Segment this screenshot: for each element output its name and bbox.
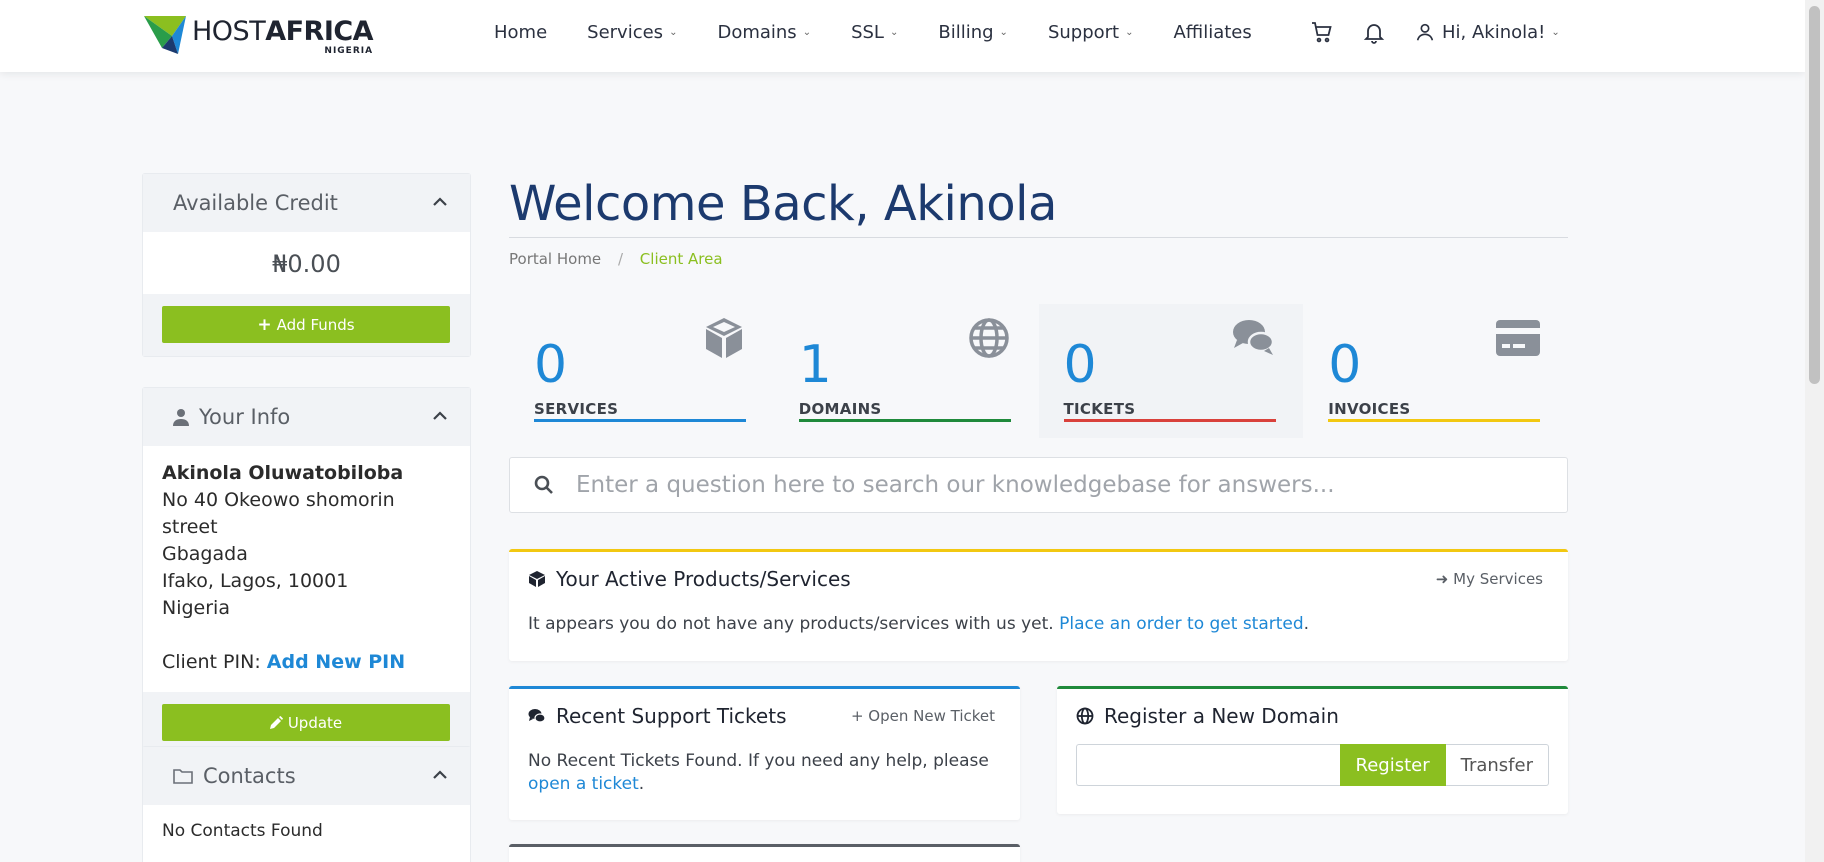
chevron-down-icon: ⌄ (669, 27, 678, 38)
cube-icon (705, 318, 742, 358)
tickets-empty-message: No Recent Tickets Found. If you need any… (528, 751, 989, 794)
nav-billing[interactable]: Billing ⌄ (938, 22, 1008, 43)
chevron-down-icon: ⌄ (1551, 26, 1560, 38)
my-services-link[interactable]: ➜ My Services (1436, 570, 1543, 588)
transfer-button[interactable]: Transfer (1445, 744, 1549, 786)
credit-panel-title: Available Credit (173, 191, 338, 215)
credit-panel-header[interactable]: Available Credit (143, 174, 470, 232)
add-new-pin-link[interactable]: Add New PIN (267, 651, 405, 673)
cube-icon (529, 571, 545, 587)
logo-country: NIGERIA (324, 46, 374, 56)
chevron-up-icon[interactable] (430, 192, 450, 212)
user-icon (173, 409, 189, 426)
place-order-link[interactable]: Place an order to get started (1059, 614, 1304, 634)
register-button[interactable]: Register (1339, 744, 1446, 786)
chevron-up-icon[interactable] (430, 765, 450, 785)
nav-support[interactable]: Support ⌄ (1048, 22, 1134, 43)
info-panel-header[interactable]: Your Info (143, 388, 470, 446)
globe-icon (968, 318, 1009, 358)
card-title: Register a New Domain (1104, 704, 1339, 728)
breadcrumb: Portal Home / Client Area (509, 250, 723, 268)
info-panel: Your Info Akinola Oluwatobiloba No 40 Ok… (142, 387, 471, 755)
plus-icon: + (257, 314, 272, 335)
domain-input[interactable] (1076, 744, 1340, 786)
credit-card-icon (1496, 320, 1540, 356)
stats-row: 0 SERVICES 1 DOMAINS 0 TICKETS 0 INVOICE… (509, 304, 1568, 438)
card-title: Recent Support Tickets (556, 704, 787, 728)
stat-underline (798, 419, 1011, 422)
chevron-down-icon: ⌄ (999, 27, 1008, 38)
user-menu[interactable]: Hi, Akinola! ⌄ (1414, 21, 1560, 43)
update-button[interactable]: Update (162, 704, 450, 741)
top-navbar: HOSTAFRICA NIGERIA Home Services ⌄ Domain… (0, 0, 1805, 72)
stat-invoices[interactable]: 0 INVOICES (1303, 304, 1568, 438)
chevron-down-icon: ⌄ (889, 27, 899, 38)
contacts-empty-message: No Contacts Found (162, 821, 323, 841)
address-line: Nigeria (162, 597, 230, 619)
main-nav: Home Services ⌄ Domains ⌄ SSL ⌄ Billing ⌄ Su… (494, 22, 1292, 43)
client-address: Akinola Oluwatobiloba No 40 Okeowo shomo… (143, 446, 470, 692)
nav-domains[interactable]: Domains ⌄ (717, 22, 811, 43)
arrow-right-icon: ➜ (1435, 570, 1449, 588)
credit-balance: ₦0.00 (272, 250, 341, 278)
open-new-ticket-link[interactable]: + Open New Ticket (851, 707, 995, 725)
cart-icon[interactable] (1310, 20, 1334, 44)
logo-mark-icon (144, 16, 186, 54)
scrollbar-thumb[interactable] (1809, 6, 1820, 384)
comments-icon (1233, 320, 1275, 355)
stat-services[interactable]: 0 SERVICES (509, 304, 774, 438)
address-line: Gbagada (162, 543, 248, 565)
contacts-panel-header[interactable]: Contacts (143, 747, 470, 805)
contacts-panel: Contacts No Contacts Found (142, 746, 471, 862)
plus-icon: + (850, 707, 864, 725)
user-greeting: Hi, Akinola! (1442, 21, 1546, 43)
hostafrica-logo[interactable]: HOSTAFRICA NIGERIA (142, 14, 374, 58)
recent-tickets-card: Recent Support Tickets + Open New Ticket… (509, 686, 1020, 820)
client-name: Akinola Oluwatobiloba (162, 462, 404, 484)
breadcrumb-portal-home[interactable]: Portal Home (509, 250, 601, 268)
chevron-up-icon[interactable] (430, 406, 450, 426)
title-divider (509, 237, 1568, 238)
nav-home[interactable]: Home (494, 22, 547, 43)
info-panel-title: Your Info (199, 405, 291, 429)
client-pin: Client PIN: Add New PIN (162, 651, 406, 673)
nav-services[interactable]: Services ⌄ (587, 22, 677, 43)
search-input[interactable] (576, 472, 1536, 498)
stat-tickets[interactable]: 0 TICKETS (1038, 304, 1304, 438)
stat-underline (1063, 419, 1276, 422)
folder-icon (173, 769, 193, 784)
logo-wordmark: HOSTAFRICA (192, 16, 374, 47)
products-empty-message: It appears you do not have any products/… (528, 614, 1310, 634)
contacts-panel-title: Contacts (203, 764, 296, 788)
card-title: Your Active Products/Services (556, 567, 851, 591)
user-icon (1416, 23, 1434, 41)
active-products-card: Your Active Products/Services ➜ My Servi… (509, 549, 1568, 661)
add-funds-button[interactable]: + Add Funds (162, 306, 450, 343)
address-line: No 40 Okeowo shomorin street (162, 489, 395, 538)
page-title: Welcome Back, Akinola (509, 176, 1057, 232)
chevron-down-icon: ⌄ (802, 27, 812, 38)
page-scrollbar[interactable] (1805, 0, 1824, 862)
open-ticket-link[interactable]: open a ticket (528, 774, 639, 794)
nav-affiliates[interactable]: Affiliates (1173, 22, 1251, 43)
next-card (509, 844, 1020, 862)
search-icon (534, 475, 553, 494)
stat-domains[interactable]: 1 DOMAINS (774, 304, 1039, 438)
credit-panel: Available Credit ₦0.00 + Add Funds (142, 173, 471, 357)
comments-icon (528, 709, 546, 723)
stat-underline (1328, 419, 1541, 422)
nav-ssl[interactable]: SSL ⌄ (851, 22, 898, 43)
globe-icon (1076, 707, 1094, 725)
bell-icon[interactable] (1362, 20, 1386, 44)
stat-underline (534, 419, 746, 422)
address-line: Ifako, Lagos, 10001 (162, 570, 349, 592)
pencil-icon (269, 716, 283, 729)
breadcrumb-client-area: Client Area (639, 250, 723, 268)
knowledgebase-search[interactable] (509, 457, 1568, 513)
register-domain-card: Register a New Domain Register Transfer (1057, 686, 1568, 814)
chevron-down-icon: ⌄ (1125, 27, 1134, 38)
